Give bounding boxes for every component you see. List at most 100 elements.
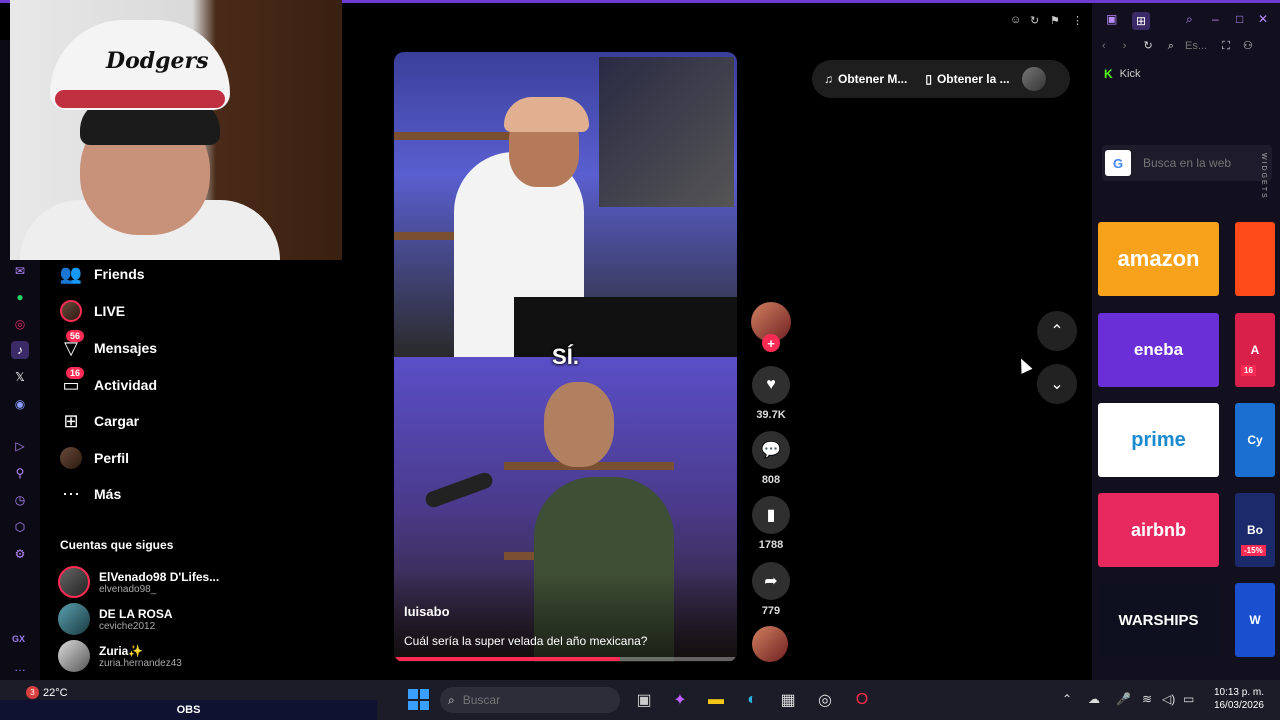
opera-gx-icon[interactable]: O	[850, 688, 874, 712]
reload-icon[interactable]: ↻	[1030, 14, 1039, 27]
nav-live[interactable]: LIVE	[56, 296, 125, 326]
minimize-icon[interactable]: –	[1212, 12, 1219, 26]
taskbar-search[interactable]: ⌕	[440, 687, 620, 713]
task-view-icon[interactable]: ▣	[632, 688, 656, 712]
warships-tile[interactable]: WARSHIPS	[1098, 583, 1219, 657]
edge-icon[interactable]: ◐	[740, 688, 764, 712]
save-count: 1788	[758, 539, 784, 551]
music-avatar[interactable]	[752, 626, 788, 662]
forward-icon[interactable]: ›	[1123, 40, 1127, 52]
pin-icon[interactable]: ⚲	[11, 464, 29, 482]
history-icon[interactable]: ◷	[11, 491, 29, 509]
snapshot-icon[interactable]: ▣	[1106, 12, 1117, 26]
following-item[interactable]: Zuria✨ zuria.hernandez43	[58, 639, 288, 673]
web-search-input[interactable]	[1143, 156, 1263, 170]
video-progress-bar[interactable]	[394, 657, 737, 661]
clock[interactable]: 10:13 p. m. 16/03/2026	[1204, 686, 1264, 712]
wifi-icon[interactable]: ≋	[1142, 692, 1152, 706]
workspaces-icon[interactable]: ⊞	[1132, 12, 1151, 30]
video-player[interactable]: SÍ. luisabo Cuál sería la super velada d…	[394, 52, 737, 662]
screenshot-icon[interactable]: ⛶	[1222, 40, 1230, 52]
comment-icon[interactable]: 💬	[752, 431, 790, 469]
airbnb-tile[interactable]: airbnb	[1098, 493, 1219, 567]
pin-page-icon[interactable]: ⚑	[1050, 14, 1060, 27]
side-tile[interactable]: Cy	[1235, 403, 1275, 477]
nav-profile[interactable]: Perfil	[56, 443, 129, 473]
following-user: zuria.hernandez43	[99, 657, 182, 669]
side-tile[interactable]: A 16	[1235, 313, 1275, 387]
nav-label: Cargar	[94, 413, 140, 429]
heart-icon[interactable]: ♥	[752, 366, 790, 404]
address-field[interactable]: Es...	[1185, 40, 1207, 52]
previous-video-button[interactable]: ⌃	[1037, 311, 1077, 351]
nav-upload[interactable]: ⊞ Cargar	[56, 406, 139, 436]
file-explorer-icon[interactable]: ▬	[704, 688, 728, 712]
windows-start-icon[interactable]	[408, 689, 429, 710]
share-action[interactable]: ➦ 779	[751, 562, 791, 617]
side-tile-badge: 16	[1241, 365, 1256, 376]
player-icon[interactable]: ▷	[11, 437, 29, 455]
discord-icon[interactable]: ◉	[11, 395, 29, 413]
battery-icon[interactable]: ▭	[1183, 692, 1194, 706]
back-icon[interactable]: ‹	[1102, 40, 1106, 52]
save-action[interactable]: ▮ 1788	[751, 496, 791, 551]
emoji-icon[interactable]: ☺	[1010, 14, 1021, 26]
extensions-icon[interactable]: ⬡	[11, 518, 29, 536]
account-icon[interactable]: ⚇	[1243, 40, 1253, 52]
bookmark-icon[interactable]: ▮	[752, 496, 790, 534]
tiktok-icon[interactable]: ♪	[11, 341, 29, 359]
x-icon[interactable]: 𝕏	[11, 368, 29, 386]
more-dots-icon[interactable]: …	[14, 660, 26, 674]
instagram-icon[interactable]: ◎	[11, 315, 29, 333]
messenger-icon[interactable]: ✉	[11, 262, 29, 280]
following-title: Cuentas que sigues	[60, 538, 174, 552]
get-app-button[interactable]: ▯ Obtener la ...	[925, 72, 1009, 86]
nav-activity[interactable]: ▭ 16 Actividad	[56, 367, 157, 400]
chevron-up-icon[interactable]: ⌃	[1062, 692, 1072, 706]
prime-tile[interactable]: prime	[1098, 403, 1219, 477]
amazon-tile[interactable]: amazon	[1098, 222, 1219, 296]
nav-more[interactable]: ⋯ Más	[56, 479, 121, 509]
whatsapp-icon[interactable]: ●	[11, 288, 29, 306]
microphone-icon[interactable]: 🎤	[1116, 692, 1131, 706]
gx-label: GX	[12, 634, 26, 644]
video-author[interactable]: luisabo	[404, 604, 450, 619]
side-tile[interactable]	[1235, 222, 1275, 296]
copilot-icon[interactable]: ✦	[668, 688, 692, 712]
side-tile-badge: -15%	[1241, 545, 1266, 556]
weather-widget[interactable]: 3 22°C	[26, 686, 68, 699]
like-action[interactable]: ♥ 39.7K	[751, 366, 791, 421]
store-icon[interactable]: ▦	[776, 688, 800, 712]
activity-badge: 16	[66, 367, 85, 379]
volume-icon[interactable]: ◁)	[1162, 692, 1175, 706]
search-icon[interactable]: ⌕	[1186, 12, 1193, 27]
tile-label: Cy	[1247, 433, 1263, 447]
share-icon[interactable]: ➦	[752, 562, 790, 600]
maximize-icon[interactable]: □	[1236, 12, 1243, 26]
kick-shortcut[interactable]: K Kick	[1104, 67, 1140, 81]
nav-friends[interactable]: 👥 Friends	[56, 259, 145, 289]
next-video-button[interactable]: ⌄	[1037, 364, 1077, 404]
following-item[interactable]: ElVenado98 D'Lifes... elvenado98_	[58, 565, 288, 599]
reload-icon[interactable]: ↻	[1143, 40, 1152, 52]
following-item[interactable]: DE LA ROSA ceviche2012	[58, 602, 288, 636]
tile-label: Bo	[1247, 523, 1263, 537]
web-search-box[interactable]: G	[1102, 145, 1272, 181]
obs-app-icon[interactable]: ◎	[813, 688, 837, 712]
search-icon: ⌕	[448, 692, 455, 707]
close-icon[interactable]: ✕	[1258, 12, 1268, 26]
get-music-button[interactable]: ♫ Obtener M...	[824, 72, 907, 86]
side-tile[interactable]: W	[1235, 583, 1275, 657]
settings-icon[interactable]: ⚙	[11, 545, 29, 563]
nav-messages[interactable]: ▽ 56 Mensajes	[56, 330, 157, 363]
menu-icon[interactable]: ⋮	[1072, 14, 1083, 27]
follow-plus-icon[interactable]: +	[762, 334, 780, 352]
search-icon[interactable]: ⌕	[1168, 40, 1174, 52]
side-tile[interactable]: Bo -15%	[1235, 493, 1275, 567]
taskbar-search-input[interactable]	[462, 693, 563, 707]
user-avatar[interactable]	[1021, 67, 1046, 91]
eneba-tile[interactable]: eneba	[1098, 313, 1219, 387]
sidebar-toolbar: ▣ ⊞ ⌕ – □ ✕	[1092, 8, 1280, 32]
comment-action[interactable]: 💬 808	[751, 431, 791, 486]
cloud-icon[interactable]: ☁	[1088, 692, 1100, 706]
